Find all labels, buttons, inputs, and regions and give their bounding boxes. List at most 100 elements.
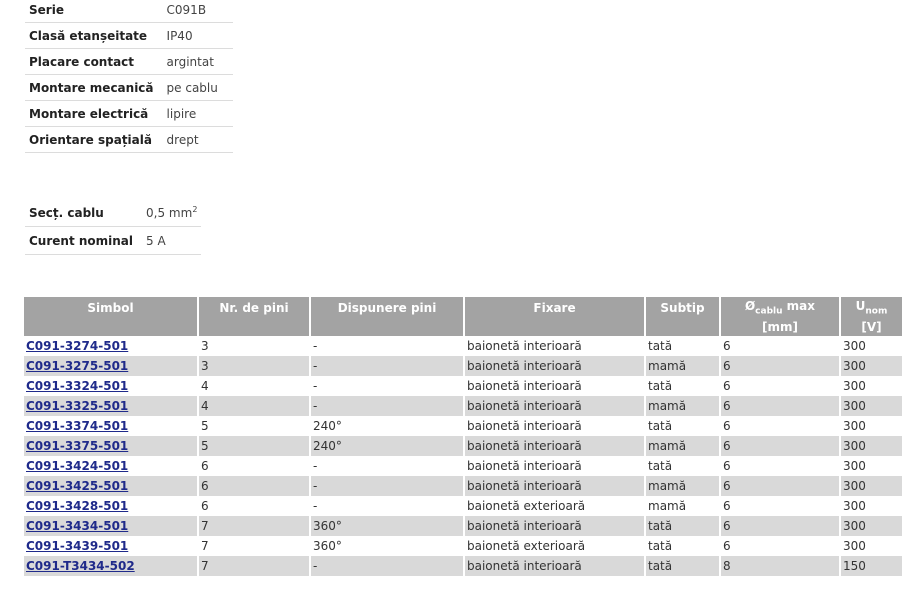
nominal-voltage-cell: 300 [840, 536, 902, 556]
cable-diameter-cell: 6 [720, 516, 841, 536]
nominal-voltage-cell: 150 [840, 556, 902, 576]
pin-layout-cell: - [310, 556, 465, 576]
product-code-link-cell: C091-3325-501 [24, 396, 199, 416]
spec-value: argintat [161, 48, 233, 75]
unit-cell [24, 318, 199, 336]
cable-diameter-cell: 6 [720, 496, 841, 516]
product-code-link-cell: C091-3324-501 [24, 376, 199, 396]
spec-row: Clasă etanșeitate IP40 [25, 22, 233, 49]
product-code-link[interactable]: C091-3274-501 [26, 339, 128, 353]
mounting-cell: baionetă interioară [464, 396, 646, 416]
mounting-cell: baionetă interioară [464, 456, 646, 476]
cable-diameter-cell: 6 [720, 416, 841, 436]
header-row: Simbol Nr. de pini Dispunere pini Fixare… [24, 297, 902, 318]
subtype-cell: mamă [645, 476, 721, 496]
col-header-simbol: Simbol [24, 297, 199, 318]
table-row: C091-3324-501 4- baionetă interioară tată 6 3… [24, 376, 902, 396]
pin-layout-cell: - [310, 496, 465, 516]
product-code-link[interactable]: C091-3424-501 [26, 459, 128, 473]
table-row: C091-3439-501 7 360° baionetă exterioară tat… [24, 536, 902, 556]
mounting-cell: baionetă interioară [464, 436, 646, 456]
pin-count-cell: 3 [198, 356, 311, 376]
mounting-cell: baionetă exterioară [464, 496, 646, 516]
subtype-cell: tată [645, 536, 721, 556]
spec-label: Serie [25, 0, 162, 23]
table-row: C091-3274-501 3- baionetă interioară tată 6 3… [24, 336, 902, 356]
cable-diameter-cell: 6 [720, 456, 841, 476]
nominal-voltage-cell: 300 [840, 396, 902, 416]
pin-count-cell: 4 [198, 376, 311, 396]
pin-count-cell: 6 [198, 476, 311, 496]
pin-layout-cell: 240° [310, 416, 465, 436]
spec-row: Orientare spațială drept [25, 126, 233, 153]
subtype-cell: tată [645, 516, 721, 536]
cable-specs-table: Secț. cablu 0,5 mm2 Curent nominal 5 A [25, 199, 202, 255]
pin-layout-cell: 360° [310, 536, 465, 556]
table-row: C091-3374-501 5 240° baionetă interioară tat… [24, 416, 902, 436]
table-row: C091-T3434-502 7- baionetă interioară tată 8… [24, 556, 902, 576]
product-code-link[interactable]: C091-3275-501 [26, 359, 128, 373]
pin-count-cell: 5 [198, 436, 311, 456]
spec-label: Montare electrică [25, 100, 162, 127]
cable-diameter-cell: 6 [720, 336, 841, 356]
spec-value: C091B [161, 0, 233, 23]
mounting-cell: baionetă interioară [464, 356, 646, 376]
products-table: Simbol Nr. de pini Dispunere pini Fixare… [24, 297, 902, 576]
spec-row: Montare mecanică pe cablu [25, 74, 233, 101]
mounting-cell: baionetă interioară [464, 336, 646, 356]
spec-row: Serie C091B [25, 0, 233, 23]
spec-label: Secț. cablu [25, 199, 142, 227]
product-code-link[interactable]: C091-3374-501 [26, 419, 128, 433]
nominal-voltage-cell: 300 [840, 476, 902, 496]
table-row: C091-3428-501 6- baionetă exterioară mamă 6 3… [24, 496, 902, 516]
product-code-link-cell: C091-3425-501 [24, 476, 199, 496]
product-code-link[interactable]: C091-3434-501 [26, 519, 128, 533]
spec-label: Montare mecanică [25, 74, 162, 101]
pin-count-cell: 6 [198, 456, 311, 476]
col-header-voltage: Unom [840, 297, 902, 318]
unit-cell [645, 318, 721, 336]
product-code-link-cell: C091-3374-501 [24, 416, 199, 436]
spec-value: drept [161, 126, 233, 153]
spec-row: Placare contact argintat [25, 48, 233, 75]
nominal-voltage-cell: 300 [840, 496, 902, 516]
spec-label: Curent nominal [25, 226, 142, 255]
product-code-link[interactable]: C091-3325-501 [26, 399, 128, 413]
pin-layout-cell: - [310, 336, 465, 356]
subtype-cell: mamă [645, 396, 721, 416]
product-code-link[interactable]: C091-3439-501 [26, 539, 128, 553]
product-code-link-cell: C091-3275-501 [24, 356, 199, 376]
pin-count-cell: 7 [198, 556, 311, 576]
unit-cell [198, 318, 311, 336]
nominal-voltage-cell: 300 [840, 376, 902, 396]
cable-diameter-cell: 6 [720, 356, 841, 376]
pin-count-cell: 3 [198, 336, 311, 356]
mounting-cell: baionetă interioară [464, 556, 646, 576]
product-code-link[interactable]: C091-T3434-502 [26, 559, 135, 573]
table-row: C091-3375-501 5 240° baionetă interioară mam… [24, 436, 902, 456]
pin-count-cell: 5 [198, 416, 311, 436]
pin-layout-cell: - [310, 356, 465, 376]
product-code-link[interactable]: C091-3425-501 [26, 479, 128, 493]
units-row: [mm] [V] [24, 318, 902, 336]
pin-layout-cell: 240° [310, 436, 465, 456]
product-code-link-cell: C091-3375-501 [24, 436, 199, 456]
product-code-link-cell: C091-3428-501 [24, 496, 199, 516]
product-code-link-cell: C091-3439-501 [24, 536, 199, 556]
product-code-link[interactable]: C091-3324-501 [26, 379, 128, 393]
col-header-dispunere: Dispunere pini [310, 297, 465, 318]
product-code-link[interactable]: C091-3428-501 [26, 499, 128, 513]
pin-layout-cell: - [310, 476, 465, 496]
product-code-link-cell: C091-3424-501 [24, 456, 199, 476]
spec-label: Placare contact [25, 48, 162, 75]
pin-count-cell: 7 [198, 536, 311, 556]
spec-value: 0,5 mm2 [141, 199, 202, 227]
pin-layout-cell: 360° [310, 516, 465, 536]
nominal-voltage-cell: 300 [840, 436, 902, 456]
product-code-link-cell: C091-3274-501 [24, 336, 199, 356]
table-row: C091-3275-501 3- baionetă interioară mamă 6 3… [24, 356, 902, 376]
cable-diameter-cell: 6 [720, 436, 841, 456]
pin-layout-cell: - [310, 456, 465, 476]
product-code-link[interactable]: C091-3375-501 [26, 439, 128, 453]
unit-cell [464, 318, 646, 336]
